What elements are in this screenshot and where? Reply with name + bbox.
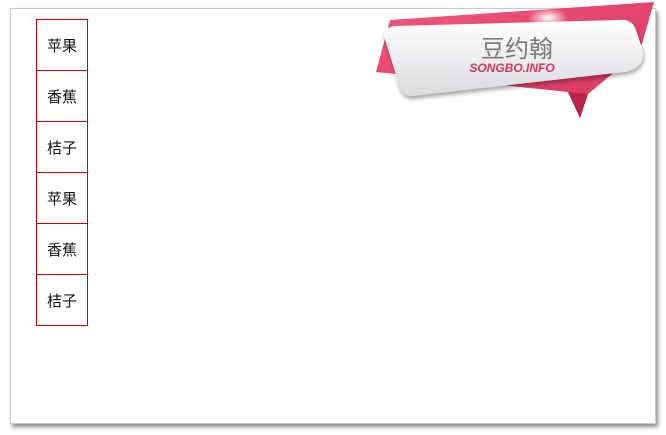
list-item: 苹果 bbox=[36, 19, 88, 71]
list-item: 苹果 bbox=[36, 172, 88, 224]
list-item: 香蕉 bbox=[36, 70, 88, 122]
logo-title: 豆约翰 bbox=[481, 35, 553, 63]
logo-subtitle: SONGBO.INFO bbox=[469, 61, 555, 75]
list-item: 香蕉 bbox=[36, 223, 88, 275]
fruit-list: 苹果 香蕉 桔子 苹果 香蕉 桔子 bbox=[36, 19, 88, 326]
watermark-logo: 豆约翰 SONGBO.INFO bbox=[372, 0, 666, 125]
list-item: 桔子 bbox=[36, 274, 88, 326]
list-item: 桔子 bbox=[36, 121, 88, 173]
ribbon-logo-graphic: 豆约翰 SONGBO.INFO bbox=[376, 2, 654, 118]
ribbon-fold bbox=[568, 92, 588, 118]
page: 苹果 香蕉 桔子 苹果 香蕉 桔子 豆约翰 SONGBO.INFO bbox=[0, 0, 666, 435]
